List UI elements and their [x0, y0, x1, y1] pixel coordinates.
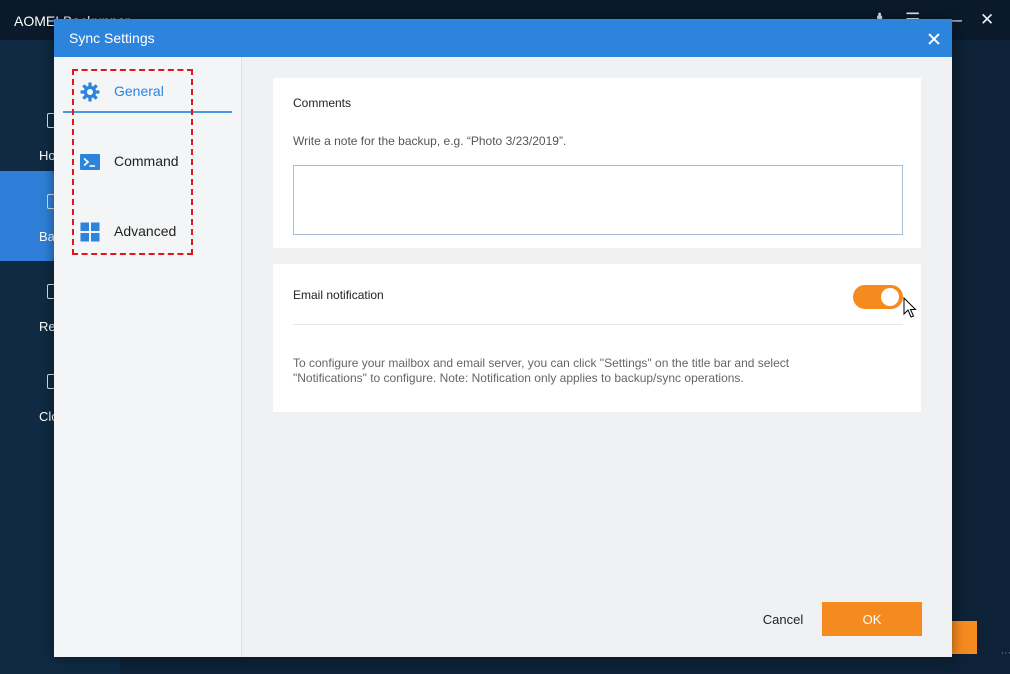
comments-input[interactable]: [293, 165, 903, 235]
ok-button[interactable]: OK: [822, 602, 922, 636]
cancel-button[interactable]: Cancel: [753, 611, 813, 627]
nav-advanced[interactable]: Advanced: [76, 212, 216, 252]
email-notification-label: Email notification: [293, 288, 384, 302]
close-icon[interactable]: [922, 27, 946, 51]
background-close-icon[interactable]: ✕: [980, 10, 994, 30]
email-divider: [293, 324, 903, 325]
nav-active-underline: [63, 111, 232, 113]
settings-nav-panel: General Command Advanced: [54, 57, 242, 657]
nav-advanced-label: Advanced: [114, 223, 177, 239]
toggle-knob: [881, 288, 899, 306]
mouse-cursor-icon: [903, 297, 917, 318]
dialog-title-bar: Sync Settings: [54, 19, 952, 57]
email-description: To configure your mailbox and email serv…: [293, 356, 790, 385]
terminal-icon: [80, 154, 100, 170]
dialog-title: Sync Settings: [69, 30, 155, 46]
nav-command-label: Command: [114, 153, 179, 169]
gear-icon: [80, 82, 100, 102]
grid-icon: [80, 222, 100, 242]
nav-command[interactable]: Command: [76, 142, 216, 182]
comments-card: Comments Write a note for the backup, e.…: [273, 78, 921, 248]
nav-general-label: General: [114, 83, 164, 99]
background-resize-grip: ⋯: [1001, 648, 1010, 659]
nav-general[interactable]: General: [76, 72, 216, 112]
sync-settings-dialog: Sync Settings General Command Advanced C…: [54, 19, 952, 657]
email-notification-toggle[interactable]: [853, 285, 903, 309]
comments-hint: Write a note for the backup, e.g. “Photo…: [293, 134, 567, 148]
email-notification-card: Email notification To configure your mai…: [273, 264, 921, 412]
comments-heading: Comments: [293, 96, 352, 110]
